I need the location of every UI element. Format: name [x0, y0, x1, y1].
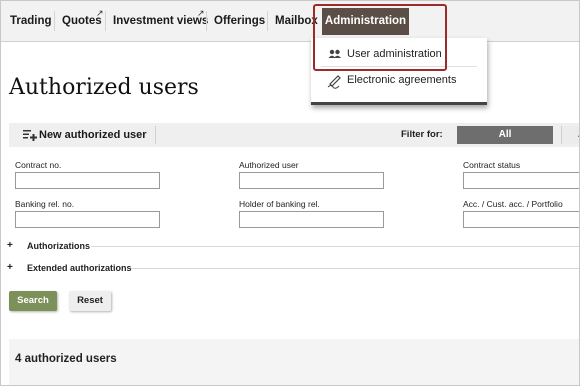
contract-status-label: Contract status — [463, 160, 521, 170]
nav-divider — [105, 11, 106, 31]
app-frame: Trading Quotes ↗ Investment views ↗ Offe… — [0, 0, 580, 386]
nav-item-offerings[interactable]: Offerings — [214, 1, 265, 41]
authorized-user-label: Authorized user — [239, 160, 299, 170]
authorizations-expander[interactable]: + Authorizations — [7, 239, 97, 253]
filter-next-tab[interactable]: A — [561, 126, 579, 144]
top-navigation: Trading Quotes ↗ Investment views ↗ Offe… — [1, 1, 579, 42]
authorizations-label: Authorizations — [27, 241, 90, 251]
banking-rel-no-label: Banking rel. no. — [15, 199, 75, 209]
new-authorized-user-label: New authorized user — [39, 129, 147, 141]
menu-item-label: User administration — [347, 48, 442, 60]
nav-item-mailbox[interactable]: Mailbox — [275, 1, 318, 41]
section-divider — [131, 268, 579, 269]
authorized-user-field[interactable] — [239, 172, 384, 189]
search-button[interactable]: Search — [9, 291, 57, 311]
holder-banking-rel-field[interactable] — [239, 211, 384, 228]
nav-divider — [206, 11, 207, 31]
signature-pen-icon — [327, 67, 343, 93]
page-title: Authorized users — [9, 75, 199, 100]
external-link-icon: ↗ — [197, 8, 205, 18]
contract-no-label: Contract no. — [15, 160, 62, 170]
nav-item-quotes[interactable]: Quotes — [62, 1, 102, 41]
nav-item-administration[interactable]: Administration — [322, 8, 409, 35]
section-divider — [91, 246, 579, 247]
users-icon — [327, 41, 343, 67]
contract-status-field[interactable] — [463, 172, 579, 189]
nav-divider — [267, 11, 268, 31]
nav-item-investment-views[interactable]: Investment views — [113, 1, 208, 41]
external-link-icon: ↗ — [96, 8, 104, 18]
toolbar-divider — [155, 126, 156, 144]
menu-item-label: Electronic agreements — [347, 74, 457, 86]
banking-rel-no-field[interactable] — [15, 211, 160, 228]
plus-icon: + — [7, 262, 13, 273]
acc-portfolio-label: Acc. / Cust. acc. / Portfolio — [463, 199, 563, 209]
plus-icon: + — [7, 240, 13, 251]
filter-all-tab[interactable]: All — [457, 126, 553, 144]
new-authorized-user-button[interactable]: New authorized user — [17, 123, 155, 147]
menu-item-electronic-agreements[interactable]: Electronic agreements — [311, 67, 487, 93]
administration-dropdown: User administration Electronic agreement… — [311, 38, 487, 105]
extended-authorizations-label: Extended authorizations — [27, 263, 132, 273]
filter-label: Filter for: — [401, 129, 443, 140]
results-count: 4 authorized users — [15, 353, 117, 365]
extended-authorizations-expander[interactable]: + Extended authorizations — [7, 261, 133, 275]
acc-portfolio-field[interactable] — [463, 211, 579, 228]
toolbar: New authorized user Filter for: All A — [9, 123, 579, 147]
holder-banking-rel-label: Holder of banking rel. — [239, 199, 320, 209]
menu-item-user-administration[interactable]: User administration — [311, 41, 487, 67]
add-list-icon — [23, 127, 37, 143]
reset-button[interactable]: Reset — [69, 291, 111, 311]
nav-divider — [54, 11, 55, 31]
nav-item-trading[interactable]: Trading — [10, 1, 52, 41]
contract-no-field[interactable] — [15, 172, 160, 189]
